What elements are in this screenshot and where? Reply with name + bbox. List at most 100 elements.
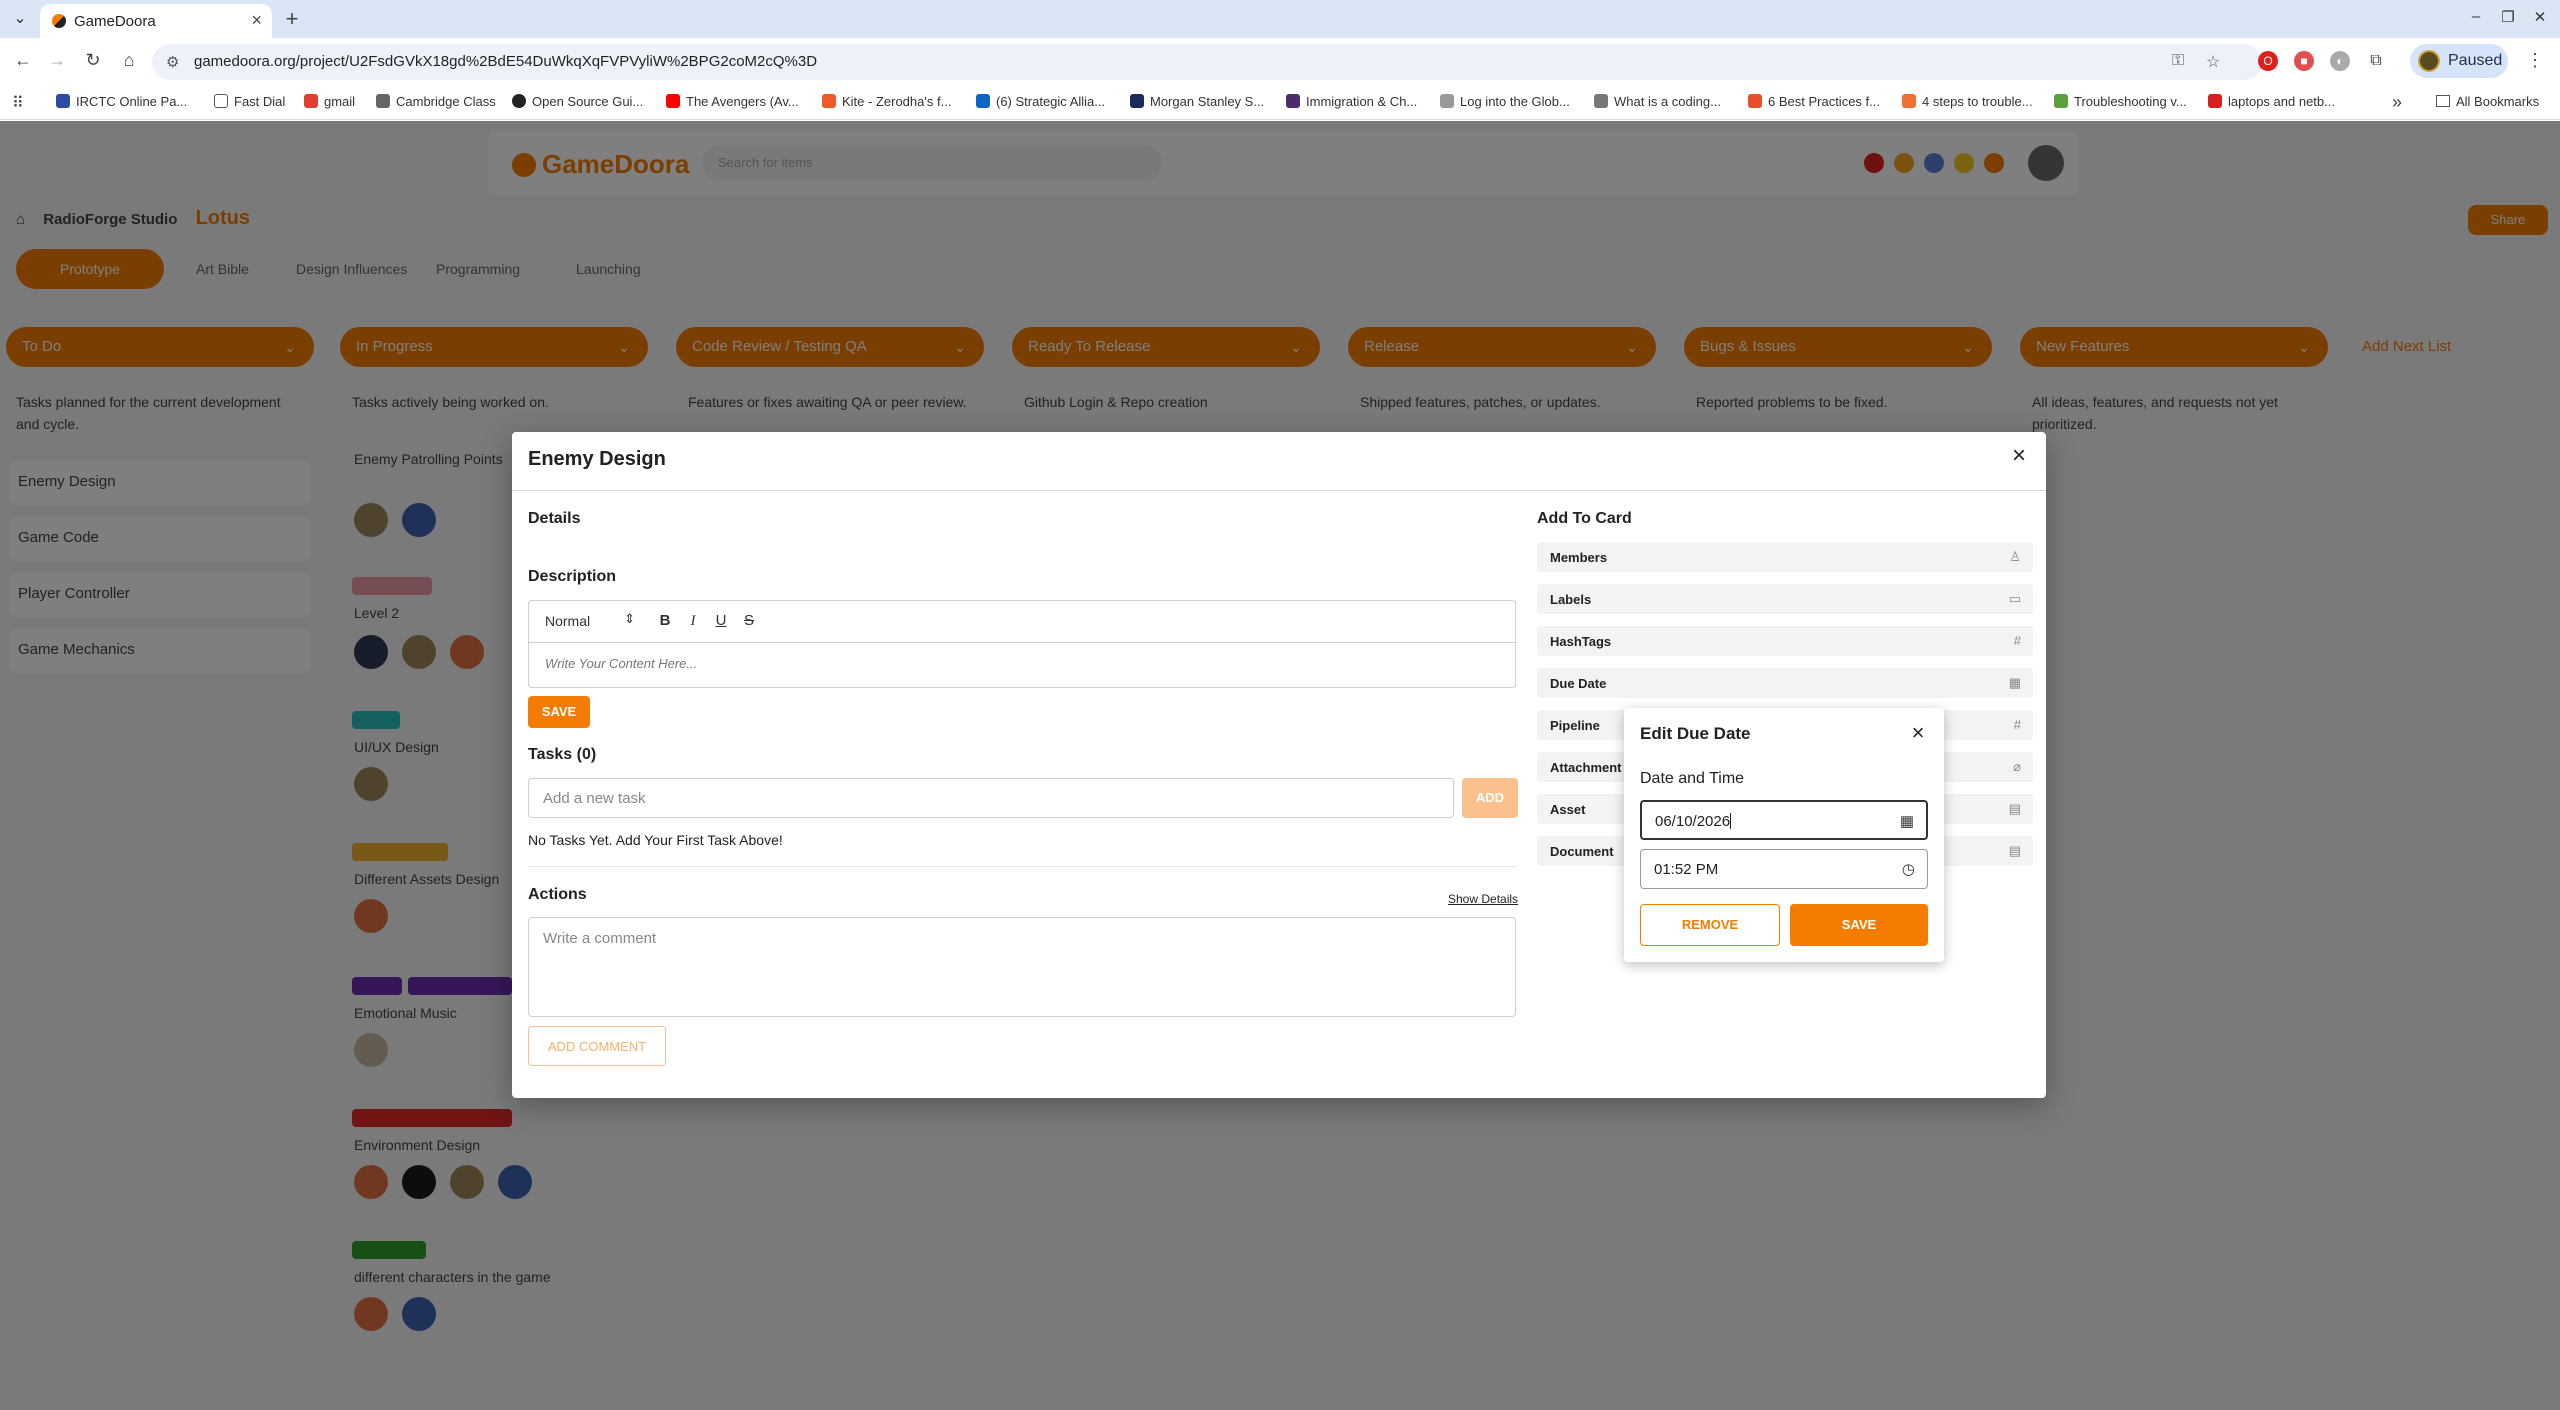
bookmark-favicon-icon (2208, 94, 2222, 108)
bookmark[interactable]: (6) Strategic Allia... (976, 94, 1105, 114)
bookmark[interactable]: 4 steps to trouble... (1902, 94, 2033, 114)
bookmark-favicon-icon (56, 94, 70, 108)
close-icon[interactable]: × (1906, 720, 1930, 746)
opera-extension-icon[interactable]: O (2258, 51, 2278, 71)
editor-content[interactable]: Write Your Content Here... (545, 656, 697, 671)
bookmark[interactable]: Open Source Gui... (512, 94, 643, 114)
add-task-button[interactable]: ADD (1462, 778, 1518, 818)
add-to-card-heading: Add To Card (1537, 510, 1632, 527)
bold-icon[interactable]: B (655, 611, 675, 631)
tasks-heading: Tasks (0) (528, 746, 597, 763)
close-icon[interactable]: × (2006, 442, 2032, 470)
bookmark[interactable]: laptops and netb... (2208, 94, 2335, 114)
site-info-icon[interactable]: ⚙ (166, 53, 179, 71)
strikethrough-icon[interactable]: S (739, 611, 759, 631)
bookmark[interactable]: Log into the Glob... (1440, 94, 1570, 114)
browser-menu-icon[interactable]: ⋮ (2526, 50, 2544, 71)
calendar-picker-icon[interactable]: ▦ (1900, 812, 1914, 830)
add-members-button[interactable]: Members ♙ (1537, 542, 2033, 572)
folder-icon (214, 94, 228, 108)
label-icon: ▭ (2008, 591, 2021, 606)
add-labels-button[interactable]: Labels ▭ (1537, 584, 2033, 614)
paperclip-icon: ⌀ (2013, 759, 2021, 774)
tab-search-icon[interactable]: ⌄ (8, 8, 32, 30)
bookmark-favicon-icon (1594, 94, 1608, 108)
details-heading: Details (528, 510, 581, 527)
bookmark-favicon-icon (1440, 94, 1454, 108)
youtube-icon (666, 94, 680, 108)
browser-tab-strip: ⌄ GameDoora × + – ❐ ✕ (0, 0, 2560, 38)
github-icon (512, 94, 526, 108)
comment-input[interactable]: Write a comment (528, 917, 1516, 1017)
close-tab-icon[interactable]: × (251, 10, 262, 31)
forward-icon[interactable]: → (44, 50, 70, 71)
bookmark[interactable]: 6 Best Practices f... (1748, 94, 1880, 114)
bookmark[interactable]: Kite - Zerodha's f... (822, 94, 951, 114)
bookmark[interactable]: Immigration & Ch... (1286, 94, 1417, 114)
hashtag-icon: # (2013, 633, 2021, 648)
reload-icon[interactable]: ↻ (80, 50, 106, 71)
extensions-puzzle-icon[interactable]: ⧉ (2366, 51, 2386, 71)
show-details-link[interactable]: Show Details (1448, 892, 1518, 906)
profile-button[interactable]: Paused (2410, 44, 2508, 78)
add-hashtags-button[interactable]: HashTags # (1537, 626, 2033, 656)
url-text[interactable]: gamedoora.org/project/U2FsdGVkX18gd%2BdE… (194, 53, 817, 70)
extension-icon[interactable]: ◐ (2330, 51, 2350, 71)
bookmark-star-icon[interactable]: ☆ (2206, 52, 2220, 72)
bookmark[interactable]: Troubleshooting v... (2054, 94, 2187, 114)
window-close-icon[interactable]: ✕ (2526, 8, 2554, 26)
date-time-label: Date and Time (1640, 770, 1745, 787)
editor-toolbar: Normal ⇕ B I U S (529, 601, 1515, 643)
new-task-input[interactable]: Add a new task (528, 778, 1454, 818)
bookmark[interactable]: gmail (304, 94, 355, 114)
tab-title: GameDoora (74, 13, 156, 30)
new-tab-icon[interactable]: + (280, 6, 304, 32)
profile-avatar (2418, 50, 2440, 72)
profile-status: Paused (2448, 52, 2503, 69)
more-bookmarks-icon[interactable]: » (2392, 92, 2402, 113)
add-due-date-button[interactable]: Due Date ▦ (1537, 668, 2033, 698)
browser-tab[interactable]: GameDoora × (40, 4, 272, 38)
restore-icon[interactable]: ❐ (2494, 8, 2522, 26)
time-input[interactable]: 01:52 PM ◷ (1640, 849, 1928, 889)
divider (528, 866, 1516, 867)
date-value: 06/10/2026 (1655, 813, 1731, 830)
back-icon[interactable]: ← (10, 50, 36, 71)
description-heading: Description (528, 568, 617, 585)
bookmark-favicon-icon (1286, 94, 1300, 108)
edit-due-date-popover: Edit Due Date × Date and Time 06/10/2026… (1624, 708, 1944, 962)
address-bar[interactable]: ⚙ gamedoora.org/project/U2FsdGVkX18gd%2B… (152, 44, 2262, 80)
bookmark[interactable]: Morgan Stanley S... (1130, 94, 1264, 114)
remove-due-date-button[interactable]: REMOVE (1640, 904, 1780, 946)
folder-icon (2436, 95, 2450, 107)
italic-icon[interactable]: I (683, 611, 703, 631)
modal-title: Enemy Design (528, 448, 666, 470)
add-comment-button[interactable]: ADD COMMENT (528, 1026, 666, 1066)
bookmark-favicon-icon (2054, 94, 2068, 108)
kite-icon (822, 94, 836, 108)
bookmark-folder[interactable]: Fast Dial (214, 94, 285, 114)
apps-grid-icon[interactable]: ⠿ (12, 93, 24, 113)
all-bookmarks[interactable]: All Bookmarks (2436, 94, 2539, 109)
password-key-icon[interactable]: ⚿ (2172, 52, 2184, 70)
save-description-button[interactable]: SAVE (528, 696, 590, 728)
clock-icon[interactable]: ◷ (1902, 860, 1915, 878)
bookmark[interactable]: Cambridge Class (376, 94, 496, 114)
gmail-icon (304, 94, 318, 108)
recorder-extension-icon[interactable]: ■ (2294, 51, 2314, 71)
bookmark-favicon-icon (1130, 94, 1144, 108)
bookmark[interactable]: What is a coding... (1594, 94, 1721, 114)
popover-title: Edit Due Date (1640, 724, 1751, 743)
date-input[interactable]: 06/10/2026 ▦ (1640, 800, 1928, 840)
underline-icon[interactable]: U (711, 611, 731, 631)
home-icon[interactable]: ⌂ (116, 50, 142, 71)
description-editor: Normal ⇕ B I U S Write Your Content Here.… (528, 600, 1516, 688)
save-due-date-button[interactable]: SAVE (1790, 904, 1928, 946)
bookmark-favicon-icon (1902, 94, 1916, 108)
bookmark[interactable]: IRCTC Online Pa... (56, 94, 187, 114)
bookmark-favicon-icon (1748, 94, 1762, 108)
bookmark[interactable]: The Avengers (Av... (666, 94, 799, 114)
minimize-icon[interactable]: – (2462, 8, 2490, 25)
document-icon: ▤ (2008, 843, 2021, 858)
text-format-select[interactable]: Normal ⇕ (545, 611, 635, 629)
